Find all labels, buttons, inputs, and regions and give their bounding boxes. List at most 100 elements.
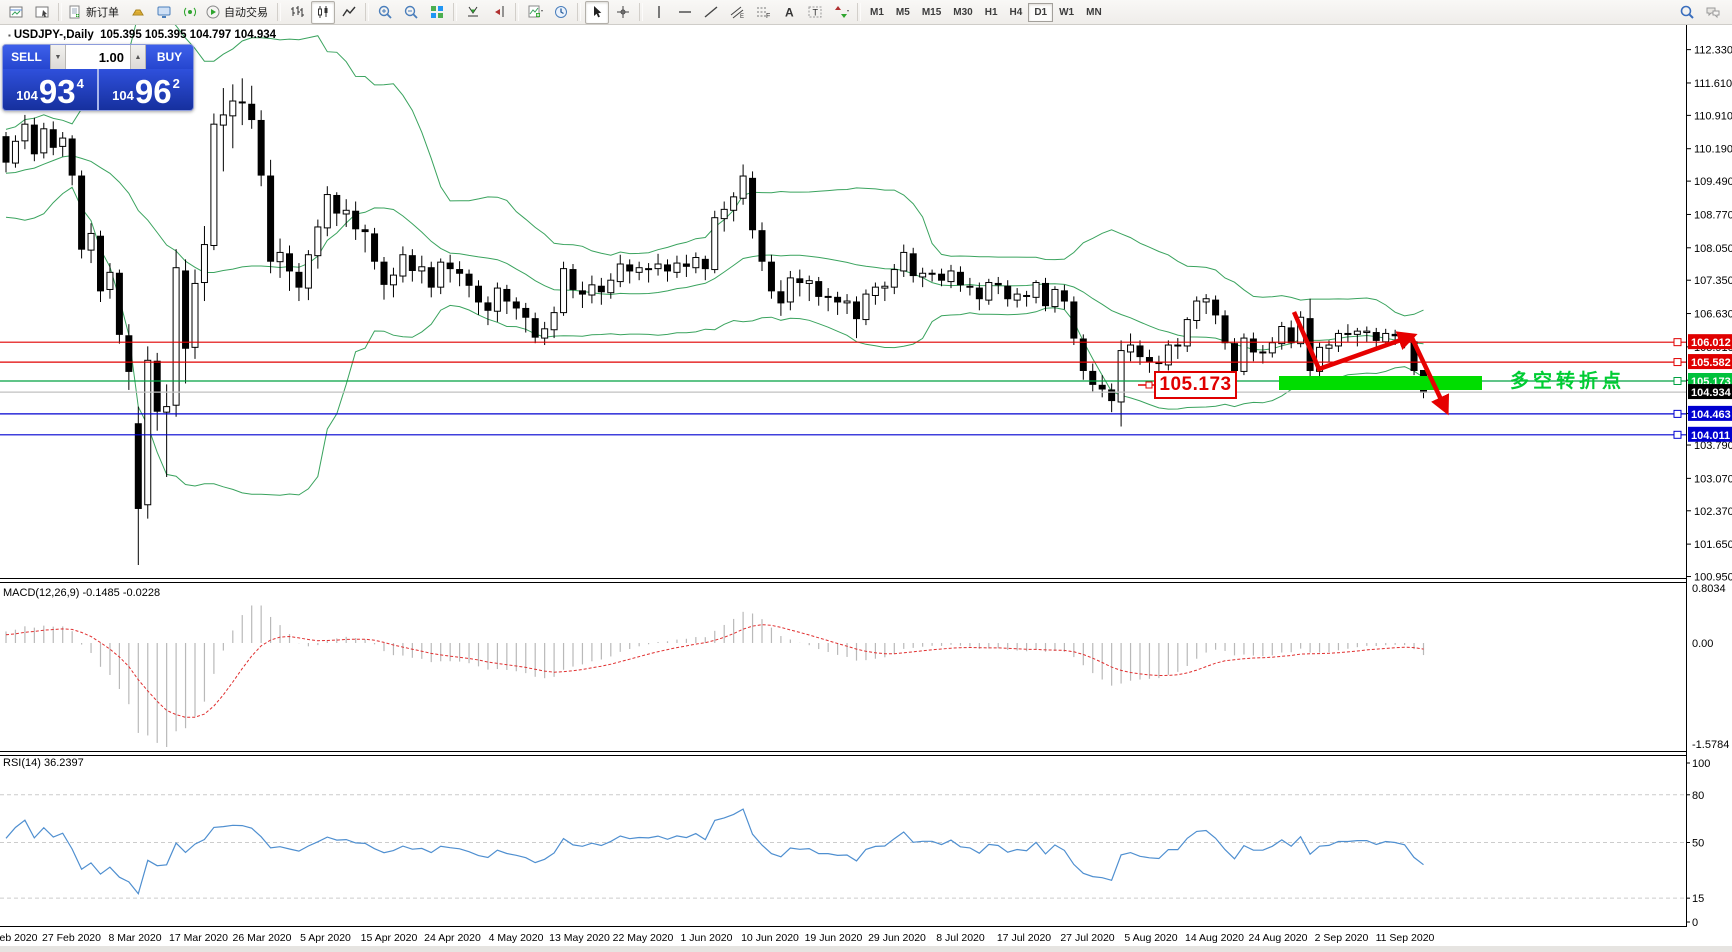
timeframe-m30-button[interactable]: M30	[947, 3, 978, 22]
search-icon	[1679, 4, 1695, 20]
candlestick-chart-icon	[315, 4, 331, 20]
svg-text:17 Mar 2020: 17 Mar 2020	[169, 932, 228, 944]
svg-text:19 Jun 2020: 19 Jun 2020	[805, 932, 863, 944]
volume-increase-button[interactable]: ▲	[130, 45, 146, 69]
sell-price-panel[interactable]: 104 93 4	[3, 69, 97, 110]
svg-text:111.610: 111.610	[1694, 78, 1732, 90]
svg-text:109.490: 109.490	[1694, 176, 1732, 188]
svg-text:A: A	[785, 6, 794, 20]
chart-symbol-period: USDJPY-,Daily	[14, 29, 94, 41]
svg-text:2 Sep 2020: 2 Sep 2020	[1315, 932, 1369, 944]
svg-text:29 Jun 2020: 29 Jun 2020	[868, 932, 926, 944]
svg-text:0.8034: 0.8034	[1692, 583, 1726, 595]
svg-text:18 Feb 2020: 18 Feb 2020	[0, 932, 38, 944]
zoom-out-button[interactable]	[399, 1, 423, 24]
trendline-icon	[703, 4, 719, 20]
turning-point-highlight-rect[interactable]	[1279, 376, 1482, 390]
add-indicator-icon	[527, 4, 543, 20]
tile-windows-button[interactable]	[425, 1, 449, 24]
trendline-button[interactable]	[699, 1, 723, 24]
terminal-icon	[156, 4, 172, 20]
level-handle-104.011[interactable]	[1674, 431, 1681, 438]
volume-input[interactable]	[66, 45, 130, 69]
trade-panel-price-row: 104 93 4 104 96 2	[3, 69, 193, 110]
timeframe-h1-button[interactable]: H1	[979, 3, 1004, 22]
volume-decrease-button[interactable]: ▼	[50, 45, 66, 69]
arrows-tool-button[interactable]	[829, 1, 853, 24]
price-level-flag[interactable]: 105.173	[1154, 371, 1237, 399]
tile-windows-icon	[429, 4, 445, 20]
svg-text:5 Aug 2020: 5 Aug 2020	[1124, 932, 1177, 944]
buy-button[interactable]: BUY	[146, 45, 193, 69]
one-click-trade-panel: SELL ▼ ▲ BUY 104 93 4 104 96 2	[2, 44, 194, 111]
horizontal-line-button[interactable]	[673, 1, 697, 24]
fibonacci-button[interactable]: F	[751, 1, 775, 24]
chart-shift-button[interactable]	[487, 1, 511, 24]
add-indicator-button[interactable]	[523, 1, 547, 24]
svg-text:100.950: 100.950	[1694, 572, 1732, 584]
price-box-label: 104.463	[1691, 409, 1731, 421]
new-chart-button[interactable]	[4, 1, 28, 24]
terminal-button[interactable]	[152, 1, 176, 24]
new-order-button[interactable]: 新订单	[66, 1, 124, 24]
timeframe-d1-button[interactable]: D1	[1028, 3, 1053, 22]
candlestick-chart-button[interactable]	[311, 1, 335, 24]
toolbar-separator	[277, 3, 281, 21]
svg-text:F: F	[766, 13, 770, 20]
bar-chart-button[interactable]	[285, 1, 309, 24]
crosshair-button[interactable]	[611, 1, 635, 24]
text-button[interactable]: A	[777, 1, 801, 24]
price-flag-handle[interactable]	[1146, 382, 1152, 388]
auto-trading-button[interactable]: 自动交易	[204, 1, 273, 24]
chart-shift-icon	[491, 4, 507, 20]
auto-scroll-button[interactable]	[461, 1, 485, 24]
gold-button[interactable]	[126, 1, 150, 24]
turning-point-annotation[interactable]: 多空转折点	[1510, 366, 1625, 393]
zoom-in-icon	[377, 4, 393, 20]
level-handle-104.463[interactable]	[1674, 410, 1681, 417]
svg-text:100: 100	[1692, 758, 1710, 770]
rsi-indicator-label: RSI(14) 36.2397	[3, 757, 84, 769]
zoom-in-button[interactable]	[373, 1, 397, 24]
chat-button[interactable]	[1701, 1, 1725, 24]
svg-text:-1.5784: -1.5784	[1692, 739, 1729, 751]
level-handle-106.012[interactable]	[1674, 339, 1681, 346]
toolbar-separator	[58, 3, 62, 21]
timeframe-m15-button[interactable]: M15	[916, 3, 947, 22]
period-button[interactable]	[549, 1, 573, 24]
new-chart-icon	[8, 4, 24, 20]
svg-text:22 May 2020: 22 May 2020	[613, 932, 674, 944]
channel-button[interactable]: E	[725, 1, 749, 24]
vertical-line-button[interactable]	[647, 1, 671, 24]
price-box-label: 104.011	[1691, 430, 1730, 442]
svg-text:27 Feb 2020: 27 Feb 2020	[42, 932, 101, 944]
auto-trading-icon	[205, 4, 221, 20]
svg-text:1 Jun 2020: 1 Jun 2020	[681, 932, 733, 944]
svg-text:26 Mar 2020: 26 Mar 2020	[233, 932, 292, 944]
level-handle-105.582[interactable]	[1674, 359, 1681, 366]
timeframe-m1-button[interactable]: M1	[864, 3, 890, 22]
svg-text:27 Jul 2020: 27 Jul 2020	[1060, 932, 1114, 944]
sell-button[interactable]: SELL	[3, 45, 50, 69]
cursor-button[interactable]	[585, 1, 609, 24]
horizontal-line-icon	[677, 4, 693, 20]
signals-button[interactable]	[178, 1, 202, 24]
date-axis: 18 Feb 202027 Feb 20208 Mar 202017 Mar 2…	[0, 932, 1435, 944]
line-chart-button[interactable]	[337, 1, 361, 24]
timeframe-m5-button[interactable]: M5	[890, 3, 916, 22]
buy-price-panel[interactable]: 104 96 2	[99, 69, 193, 110]
svg-text:T: T	[813, 8, 819, 18]
svg-text:103.790: 103.790	[1694, 440, 1732, 452]
timeframe-w1-button[interactable]: W1	[1053, 3, 1080, 22]
auto-scroll-icon	[465, 4, 481, 20]
text-label-button[interactable]: T	[803, 1, 827, 24]
price-box-label: 106.012	[1691, 337, 1731, 349]
timeframe-mn-button[interactable]: MN	[1080, 3, 1108, 22]
timeframe-h4-button[interactable]: H4	[1004, 3, 1029, 22]
level-handle-105.173[interactable]	[1674, 378, 1681, 385]
period-icon	[553, 4, 569, 20]
search-button[interactable]	[1675, 1, 1699, 24]
svg-text:103.070: 103.070	[1694, 473, 1732, 485]
svg-text:10 Jun 2020: 10 Jun 2020	[741, 932, 799, 944]
profiles-button[interactable]	[30, 1, 54, 24]
